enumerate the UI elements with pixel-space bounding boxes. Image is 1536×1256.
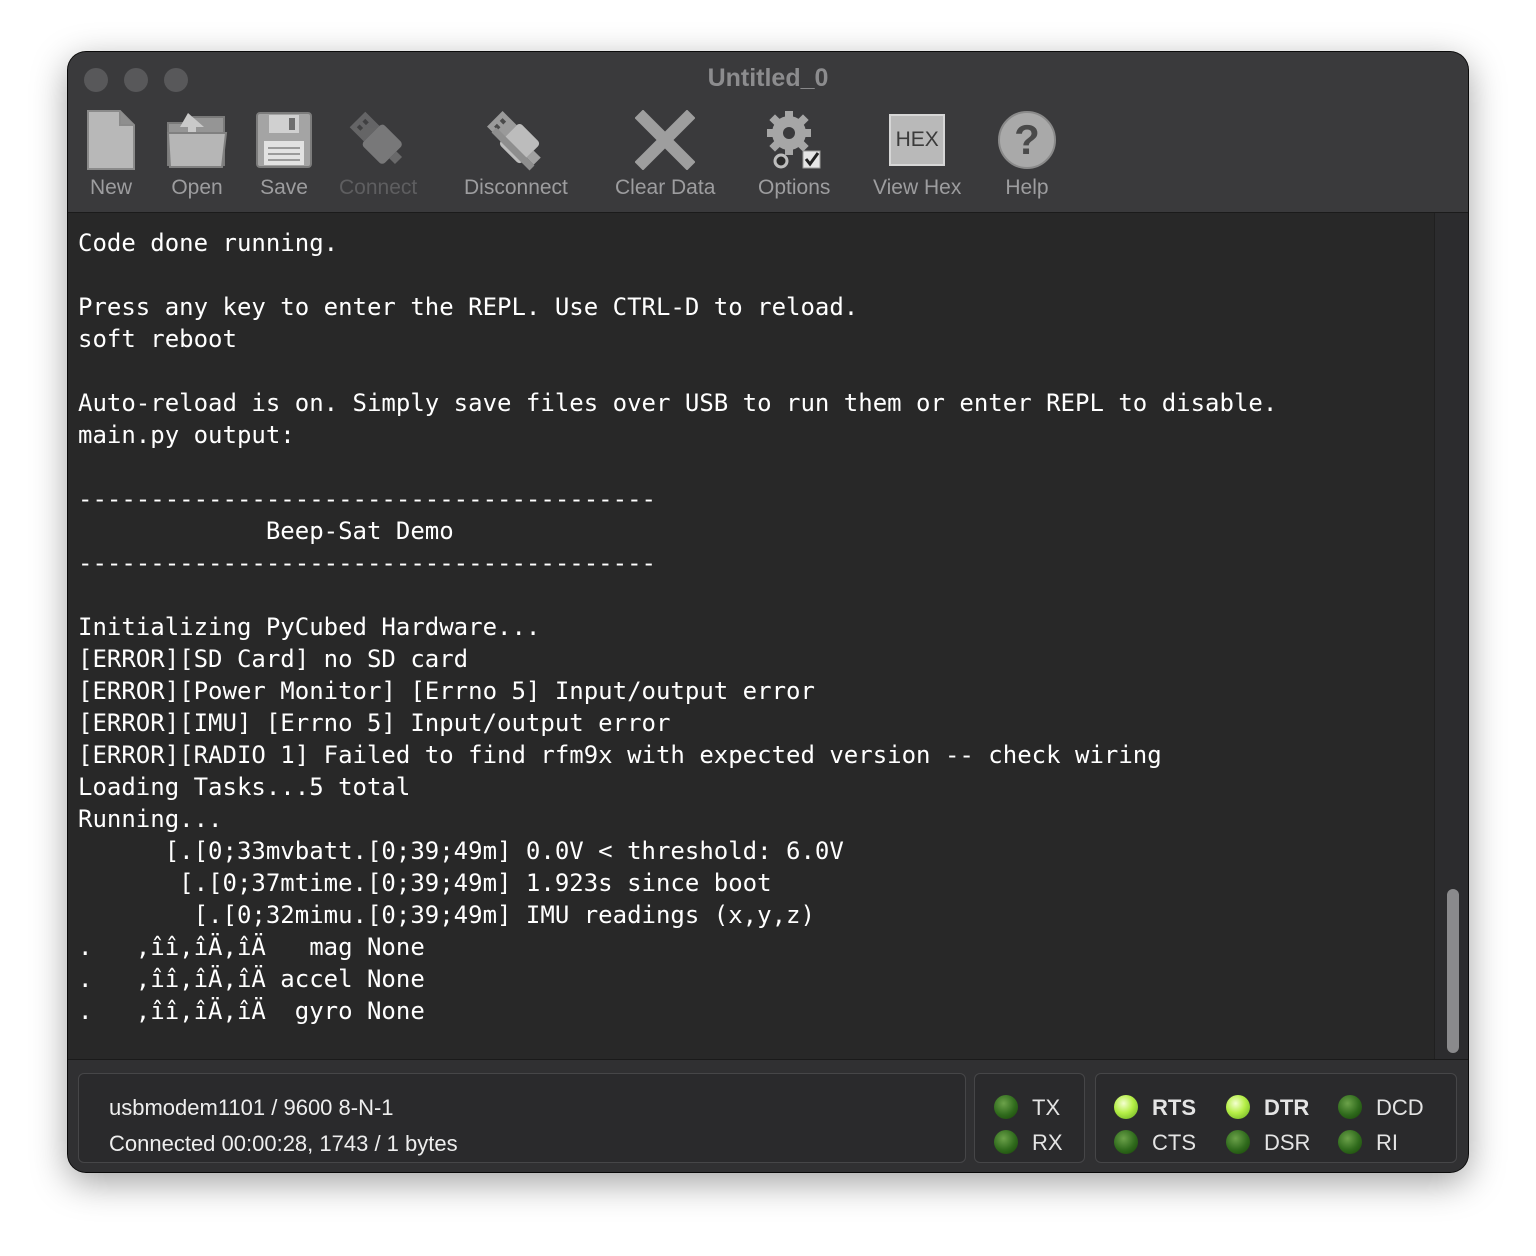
disconnect-label: Disconnect xyxy=(464,176,568,199)
save-label: Save xyxy=(260,176,308,199)
terminal-line: [.[0;33mvbatt.[0;39;49m] 0.0V < threshol… xyxy=(78,837,844,865)
terminal-line: [ERROR][IMU] [Errno 5] Input/output erro… xyxy=(78,709,671,737)
terminal-line: Code done running. xyxy=(78,229,339,257)
help-icon-glyph: ? xyxy=(998,111,1056,169)
clear-data-button[interactable]: Clear Data xyxy=(615,108,715,200)
view-hex-label: View Hex xyxy=(873,176,962,199)
terminal-line: . ,îî,îÄ,îÄ accel None xyxy=(78,965,425,993)
dtr-label[interactable]: DTR xyxy=(1264,1095,1309,1121)
rx-label: RX xyxy=(1032,1130,1063,1155)
usb-disconnect-icon xyxy=(483,108,549,172)
terminal-line: soft reboot xyxy=(78,325,237,353)
hex-icon-text: HEX xyxy=(889,114,946,166)
open-button[interactable]: Open xyxy=(164,108,230,200)
terminal-line: Running... xyxy=(78,805,223,833)
rx-led-icon xyxy=(994,1130,1018,1154)
cts-label: CTS xyxy=(1152,1130,1196,1155)
terminal-line: ---------------------------------------- xyxy=(78,549,656,577)
port-settings-text: usbmodem1101 / 9600 8-N-1 xyxy=(109,1095,394,1120)
control-lines-panel: RTS CTS DTR DSR DCD RI xyxy=(1095,1073,1457,1163)
save-button[interactable]: Save xyxy=(251,108,317,200)
terminal-line: Auto-reload is on. Simply save files ove… xyxy=(78,389,1278,417)
terminal-text: Code done running. Press any key to ente… xyxy=(68,213,1434,1027)
connect-button[interactable]: Connect xyxy=(339,108,417,200)
save-disk-icon xyxy=(251,108,317,172)
window-title: Untitled_0 xyxy=(707,64,829,92)
connect-label: Connect xyxy=(339,176,418,199)
terminal-line: [ERROR][SD Card] no SD card xyxy=(78,645,469,673)
open-label: Open xyxy=(171,176,223,199)
dcd-label: DCD xyxy=(1376,1095,1424,1120)
new-document-icon xyxy=(78,108,144,172)
help-question-icon: ? xyxy=(994,108,1060,172)
dtr-led-icon[interactable] xyxy=(1226,1095,1250,1119)
options-button[interactable]: Options xyxy=(758,108,830,200)
vertical-scrollbar[interactable] xyxy=(1434,213,1468,1059)
terminal-line: main.py output: xyxy=(78,421,295,449)
scrollbar-thumb[interactable] xyxy=(1447,889,1459,1053)
tx-rx-panel: TX RX xyxy=(974,1073,1085,1163)
hex-icon: HEX xyxy=(884,108,950,172)
clear-x-icon xyxy=(632,108,698,172)
terminal-line: Initializing PyCubed Hardware... xyxy=(78,613,541,641)
tx-label: TX xyxy=(1032,1095,1061,1120)
title-toolbar-area: Untitled_0 New Open Save Connect Disconn… xyxy=(68,52,1468,213)
ri-label: RI xyxy=(1376,1130,1398,1155)
terminal-line: [ERROR][RADIO 1] Failed to find rfm9x wi… xyxy=(78,741,1162,769)
terminal-line: . ,îî,îÄ,îÄ mag None xyxy=(78,933,425,961)
open-folder-icon xyxy=(164,108,230,172)
rts-label[interactable]: RTS xyxy=(1152,1095,1196,1121)
clear-data-label: Clear Data xyxy=(615,176,716,199)
gear-icon xyxy=(761,108,827,172)
view-hex-button[interactable]: HEX View Hex xyxy=(873,108,961,200)
terminal-line: . ,îî,îÄ,îÄ gyro None xyxy=(78,997,425,1025)
terminal-line: Press any key to enter the REPL. Use CTR… xyxy=(78,293,859,321)
rts-led-icon[interactable] xyxy=(1114,1095,1138,1119)
terminal-line: ---------------------------------------- xyxy=(78,485,656,513)
help-label: Help xyxy=(1005,176,1049,199)
terminal-line: Beep-Sat Demo xyxy=(78,517,454,545)
disconnect-button[interactable]: Disconnect xyxy=(464,108,568,200)
dsr-led-icon xyxy=(1226,1130,1250,1154)
dcd-led-icon xyxy=(1338,1095,1362,1119)
status-bar: usbmodem1101 / 9600 8-N-1 Connected 00:0… xyxy=(68,1059,1468,1172)
terminal-line: Loading Tasks...5 total xyxy=(78,773,411,801)
options-label: Options xyxy=(758,176,831,199)
connection-stats-text: Connected 00:00:28, 1743 / 1 bytes xyxy=(109,1131,458,1156)
connection-info-panel: usbmodem1101 / 9600 8-N-1 Connected 00:0… xyxy=(78,1073,966,1163)
terminal-line: [.[0;37mtime.[0;39;49m] 1.923s since boo… xyxy=(78,869,772,897)
terminal-output[interactable]: Code done running. Press any key to ente… xyxy=(68,213,1434,1059)
tx-led-icon xyxy=(994,1095,1018,1119)
help-button[interactable]: ? Help xyxy=(994,108,1060,200)
ri-led-icon xyxy=(1338,1130,1362,1154)
cts-led-icon xyxy=(1114,1130,1138,1154)
terminal-line: [.[0;32mimu.[0;39;49m] IMU readings (x,y… xyxy=(78,901,815,929)
new-label: New xyxy=(89,176,132,199)
new-button[interactable]: New xyxy=(78,108,144,200)
serial-terminal-window: Untitled_0 New Open Save Connect Disconn… xyxy=(68,52,1468,1172)
terminal-line: [ERROR][Power Monitor] [Errno 5] Input/o… xyxy=(78,677,815,705)
dsr-label: DSR xyxy=(1264,1130,1311,1155)
usb-plug-icon xyxy=(345,108,411,172)
